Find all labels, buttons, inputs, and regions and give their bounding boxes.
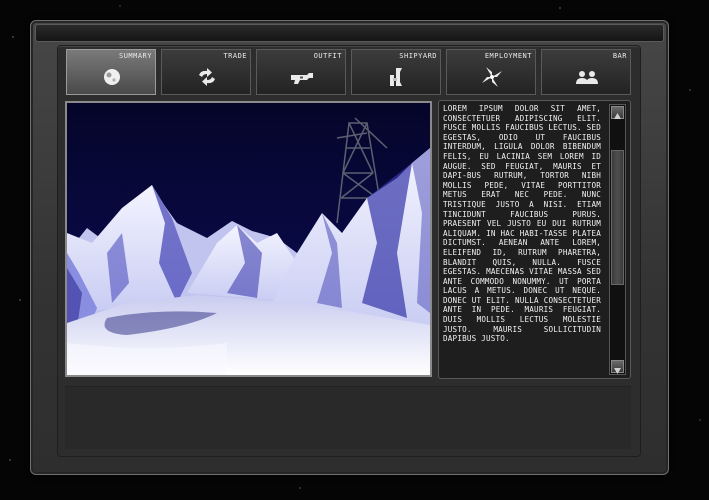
tab-summary[interactable]: SUMMARY xyxy=(66,49,156,95)
arrow-down-icon xyxy=(614,368,621,374)
description-scrollbar[interactable] xyxy=(609,104,626,375)
icy-mountains-illustration xyxy=(67,103,430,375)
tab-employment[interactable]: EMPLOYMENT xyxy=(446,49,536,95)
landing-panel: SUMMARY TRADE OUTFIT SHIPYARD EMPLOYMENT… xyxy=(57,45,641,457)
employment-spiral-icon xyxy=(482,67,502,87)
tab-trade[interactable]: TRADE xyxy=(161,49,251,95)
bar-people-icon xyxy=(576,71,598,84)
tab-label: OUTFIT xyxy=(313,52,342,60)
planet-window: SUMMARY TRADE OUTFIT SHIPYARD EMPLOYMENT… xyxy=(30,20,669,475)
tab-shipyard[interactable]: SHIPYARD xyxy=(351,49,441,95)
tab-outfit[interactable]: OUTFIT xyxy=(256,49,346,95)
window-titlebar[interactable] xyxy=(35,24,664,42)
tab-bar: SUMMARY TRADE OUTFIT SHIPYARD EMPLOYMENT… xyxy=(66,49,632,97)
description-box: Lorem ipsum dolor sit amet, consectetuer… xyxy=(438,100,631,379)
trade-arrows-icon xyxy=(199,68,215,86)
tab-label: EMPLOYMENT xyxy=(484,52,532,60)
scroll-down-button[interactable] xyxy=(611,360,624,374)
planet-landscape-image xyxy=(65,101,432,377)
tab-label: SHIPYARD xyxy=(399,52,437,60)
shipyard-ship-icon xyxy=(390,68,402,86)
scroll-up-button[interactable] xyxy=(611,106,624,119)
scroll-thumb[interactable] xyxy=(611,150,624,285)
tab-label: SUMMARY xyxy=(118,52,152,60)
planet-description: Lorem ipsum dolor sit amet, consectetuer… xyxy=(443,104,601,344)
planet-icon xyxy=(104,69,120,85)
outfit-gun-icon xyxy=(291,73,313,84)
bottom-panel xyxy=(65,386,631,449)
arrow-up-icon xyxy=(614,113,621,119)
tab-bar[interactable]: BAR xyxy=(541,49,631,95)
tab-label: TRADE xyxy=(223,52,247,60)
tab-label: BAR xyxy=(612,52,627,60)
